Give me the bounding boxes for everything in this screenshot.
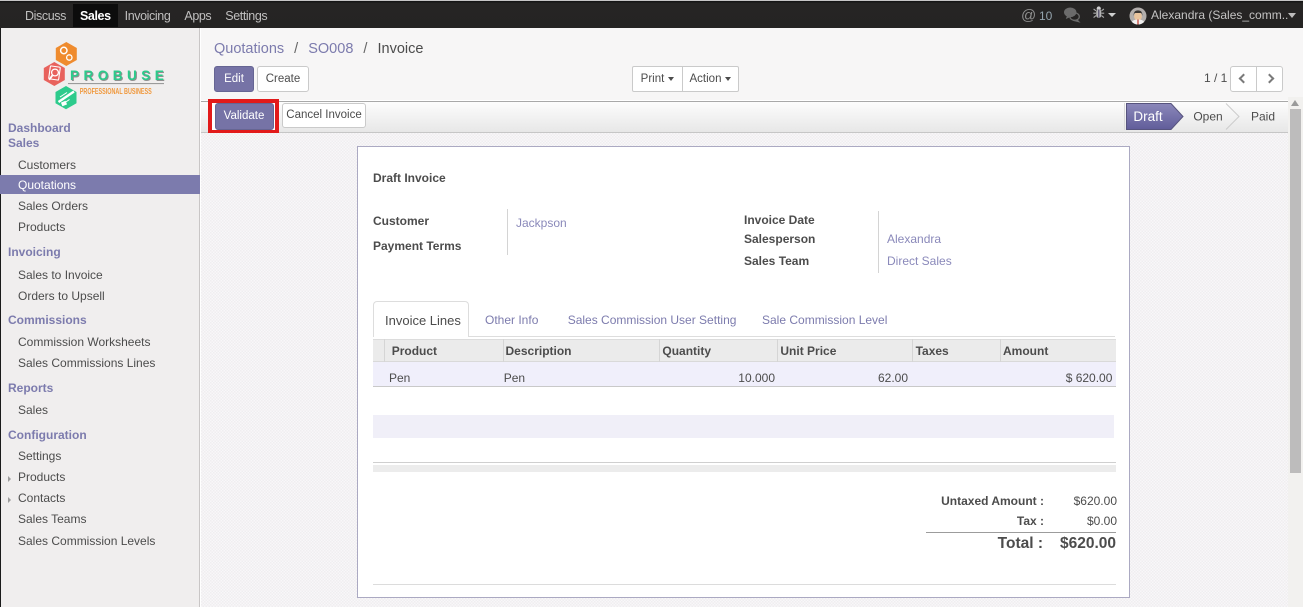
svg-text:Open: Open — [1193, 110, 1222, 124]
svg-text:Draft: Draft — [1133, 109, 1163, 124]
svg-text:PROFESSIONAL BUSINESS: PROFESSIONAL BUSINESS — [80, 87, 152, 96]
svg-text:PROBUSE: PROBUSE — [70, 68, 168, 83]
svg-text:Paid: Paid — [1251, 110, 1275, 124]
